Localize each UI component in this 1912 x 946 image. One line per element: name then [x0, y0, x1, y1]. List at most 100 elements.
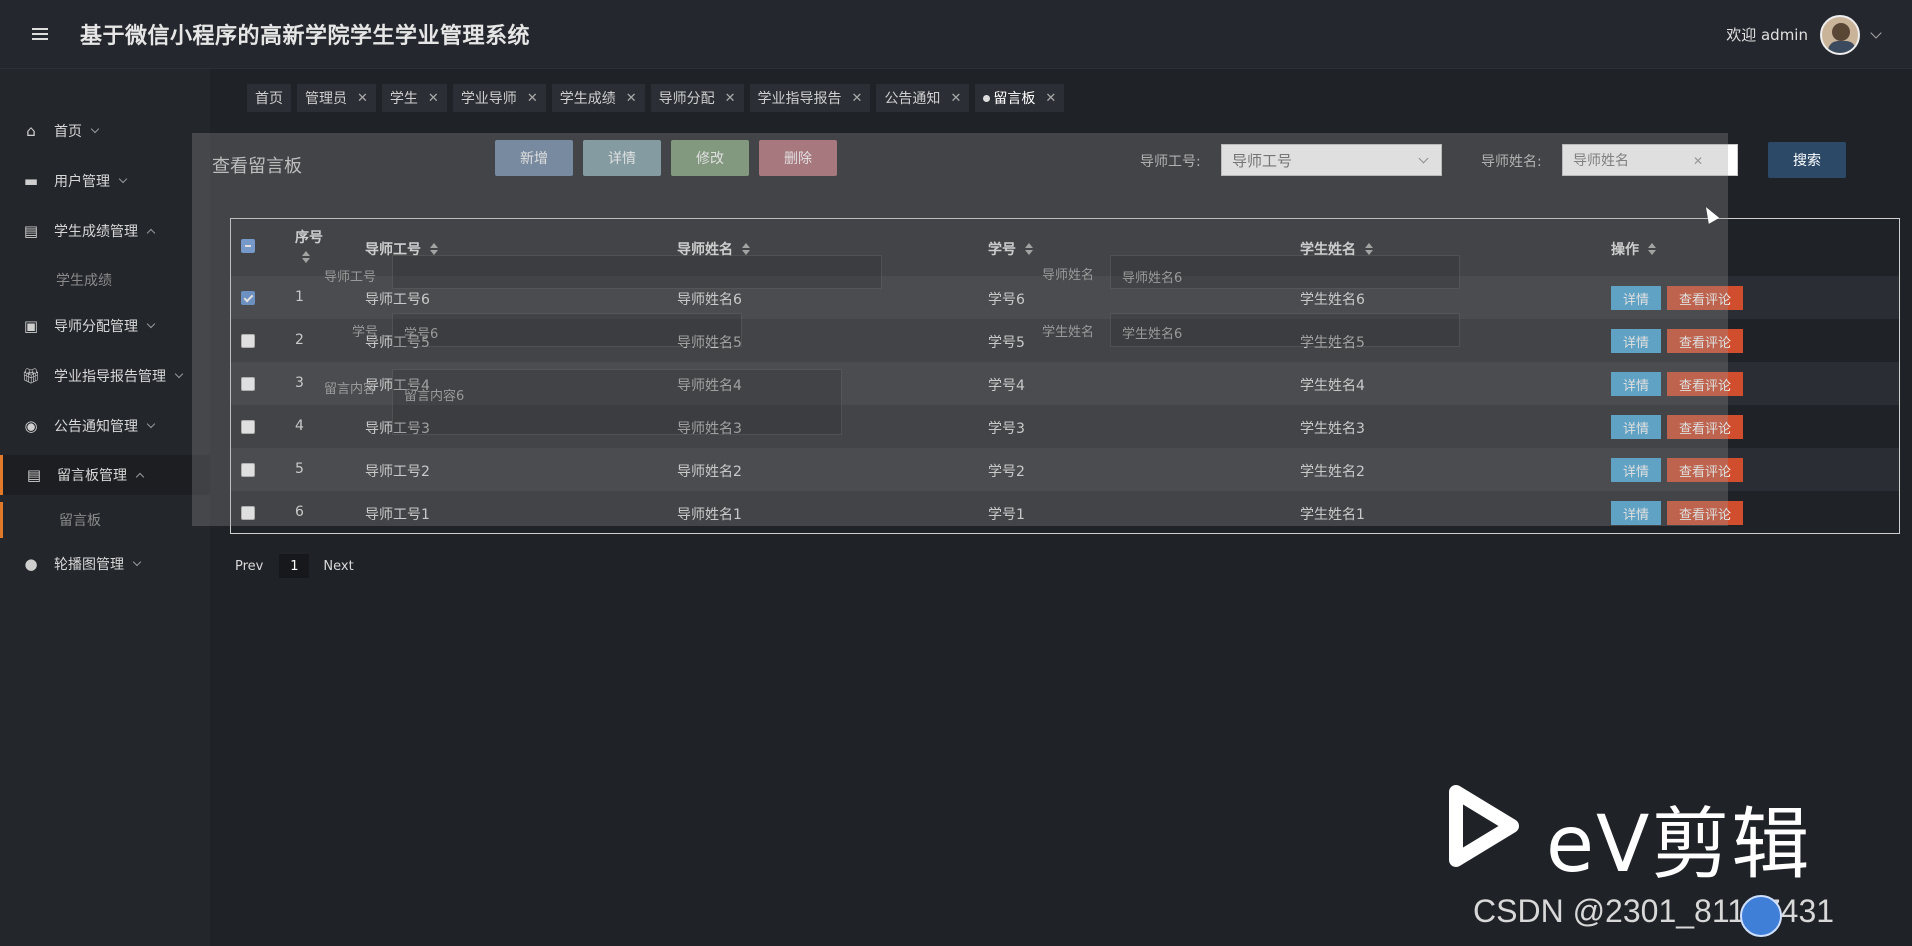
- row-detail-button[interactable]: 详情: [1611, 501, 1661, 525]
- tab-guidance-report[interactable]: 学业指导报告 ✕: [749, 84, 871, 112]
- table-row[interactable]: 6 导师工号1 导师姓名1 学号1 学生姓名1 详情 查看评论: [231, 491, 1899, 534]
- sidebar-item-label: 首页: [54, 124, 82, 140]
- row-detail-button[interactable]: 详情: [1611, 329, 1661, 353]
- table-row[interactable]: 1 导师工号6 导师姓名6 学号6 学生姓名6 详情 查看评论: [231, 276, 1899, 319]
- table-row[interactable]: 2 导师工号5 导师姓名5 学号5 学生姓名5 详情 查看评论: [231, 319, 1899, 362]
- tab-admin[interactable]: 管理员 ✕: [297, 84, 376, 112]
- row-checkbox[interactable]: [241, 463, 255, 477]
- table-row[interactable]: 5 导师工号2 导师姓名2 学号2 学生姓名2 详情 查看评论: [231, 448, 1899, 491]
- sidebar-item-label: 导师分配管理: [54, 319, 138, 335]
- row-checkbox[interactable]: [241, 420, 255, 434]
- row-checkbox[interactable]: [241, 291, 255, 305]
- sidebar-subitem-scores[interactable]: 学生成绩: [0, 262, 210, 298]
- page-title: 查看留言板: [212, 156, 302, 177]
- recording-badge-icon: [1740, 895, 1782, 937]
- teacher-name-input[interactable]: 导师姓名 ✕: [1562, 144, 1738, 176]
- cell-teacher-name: 导师姓名5: [677, 335, 742, 351]
- row-comment-button[interactable]: 查看评论: [1667, 458, 1743, 482]
- tab-label: 学生成绩: [559, 91, 616, 107]
- tab-tutor-assign[interactable]: 导师分配 ✕: [650, 84, 744, 112]
- row-detail-button[interactable]: 详情: [1611, 372, 1661, 396]
- row-comment-button[interactable]: 查看评论: [1667, 415, 1743, 439]
- close-icon[interactable]: ✕: [527, 91, 538, 106]
- sidebar-item-score-management[interactable]: ▤ 学生成绩管理: [0, 211, 210, 251]
- tab-label: 公告通知: [884, 91, 941, 107]
- cell-student-id: 学号6: [988, 292, 1025, 308]
- tab-notice[interactable]: 公告通知 ✕: [876, 84, 970, 112]
- sidebar-item-carousel-management[interactable]: ● 轮播图管理: [0, 544, 210, 584]
- tab-tutor[interactable]: 学业导师 ✕: [452, 84, 546, 112]
- sidebar-item-report-management[interactable]: 🎁︎ 学业指导报告管理: [0, 356, 210, 396]
- input-placeholder: 导师姓名: [1573, 153, 1629, 169]
- sidebar-item-message-board-management[interactable]: ▤ 留言板管理: [0, 455, 210, 495]
- cell-index: 2: [295, 332, 304, 348]
- chevron-up-icon: [146, 228, 156, 237]
- clear-icon[interactable]: ✕: [1693, 154, 1703, 168]
- next-page-button[interactable]: Next: [323, 559, 353, 574]
- col-header-teacher-id[interactable]: 导师工号: [365, 239, 439, 259]
- chevron-down-icon[interactable]: [1870, 26, 1882, 39]
- cell-index: 3: [295, 375, 304, 391]
- close-icon[interactable]: ✕: [725, 91, 736, 106]
- close-icon[interactable]: ✕: [626, 91, 637, 106]
- row-detail-button[interactable]: 详情: [1611, 458, 1661, 482]
- row-comment-button[interactable]: 查看评论: [1667, 329, 1743, 353]
- tab-scores[interactable]: 学生成绩 ✕: [551, 84, 645, 112]
- row-detail-button[interactable]: 详情: [1611, 415, 1661, 439]
- row-checkbox[interactable]: [241, 506, 255, 520]
- sort-icon[interactable]: [1364, 243, 1374, 255]
- row-comment-button[interactable]: 查看评论: [1667, 286, 1743, 310]
- cell-student-name: 学生姓名6: [1300, 292, 1365, 308]
- detail-button[interactable]: 详情: [583, 140, 661, 176]
- close-icon[interactable]: ✕: [950, 91, 961, 106]
- sidebar-item-user-management[interactable]: ▬ 用户管理: [0, 161, 210, 201]
- tab-home[interactable]: 首页: [247, 84, 291, 112]
- cell-index: 4: [295, 418, 304, 434]
- tab-message-board[interactable]: 留言板 ✕: [975, 84, 1065, 112]
- cell-teacher-id: 导师工号2: [365, 464, 430, 480]
- table-icon: ▤: [26, 466, 42, 484]
- col-header-teacher-name[interactable]: 导师姓名: [677, 239, 751, 259]
- menu-toggle-icon[interactable]: [32, 26, 52, 42]
- table-row[interactable]: 3 导师工号4 导师姓名4 学号4 学生姓名4 详情 查看评论: [231, 362, 1899, 405]
- table-row[interactable]: 4 导师工号3 导师姓名3 学号3 学生姓名3 详情 查看评论: [231, 405, 1899, 448]
- prev-page-button[interactable]: Prev: [235, 559, 263, 574]
- teacher-id-filter-label: 导师工号:: [1140, 154, 1201, 170]
- tab-student[interactable]: 学生 ✕: [381, 84, 447, 112]
- sort-icon[interactable]: [301, 251, 311, 263]
- edit-button[interactable]: 修改: [671, 140, 749, 176]
- sidebar-item-home[interactable]: ⌂ 首页: [0, 111, 210, 151]
- row-comment-button[interactable]: 查看评论: [1667, 501, 1743, 525]
- delete-button[interactable]: 删除: [759, 140, 837, 176]
- page-number-button[interactable]: 1: [279, 554, 310, 578]
- pagination: Prev 1 Next: [235, 554, 354, 578]
- close-icon[interactable]: ✕: [357, 91, 368, 106]
- gift-icon: 🎁︎: [21, 367, 41, 385]
- col-header-student-id[interactable]: 学号: [988, 239, 1034, 259]
- search-button[interactable]: 搜索: [1768, 142, 1846, 178]
- row-checkbox[interactable]: [241, 377, 255, 391]
- col-header-index[interactable]: 序号: [295, 227, 323, 263]
- close-icon[interactable]: ✕: [1045, 91, 1056, 106]
- select-all-checkbox[interactable]: [241, 239, 255, 253]
- user-area[interactable]: 欢迎 admin: [1726, 0, 1882, 69]
- sort-icon[interactable]: [741, 243, 751, 255]
- tab-label: 学业指导报告: [757, 91, 842, 107]
- row-checkbox[interactable]: [241, 334, 255, 348]
- row-comment-button[interactable]: 查看评论: [1667, 372, 1743, 396]
- teacher-id-select[interactable]: 导师工号: [1221, 144, 1442, 176]
- avatar[interactable]: [1820, 14, 1860, 55]
- cell-student-name: 学生姓名4: [1300, 378, 1365, 394]
- sidebar-item-tutor-assign[interactable]: ▣ 导师分配管理: [0, 306, 210, 346]
- row-detail-button[interactable]: 详情: [1611, 286, 1661, 310]
- sort-icon[interactable]: [429, 243, 439, 255]
- col-header-student-name[interactable]: 学生姓名: [1300, 239, 1374, 259]
- close-icon[interactable]: ✕: [852, 91, 863, 106]
- sort-icon[interactable]: [1647, 243, 1657, 255]
- sidebar-subitem-message-board[interactable]: 留言板: [0, 502, 210, 538]
- sidebar-item-notice-management[interactable]: ◉ 公告通知管理: [0, 406, 210, 446]
- add-button[interactable]: 新增: [495, 140, 573, 176]
- sort-icon[interactable]: [1024, 243, 1034, 255]
- close-icon[interactable]: ✕: [428, 91, 439, 106]
- cell-teacher-id: 导师工号6: [365, 292, 430, 308]
